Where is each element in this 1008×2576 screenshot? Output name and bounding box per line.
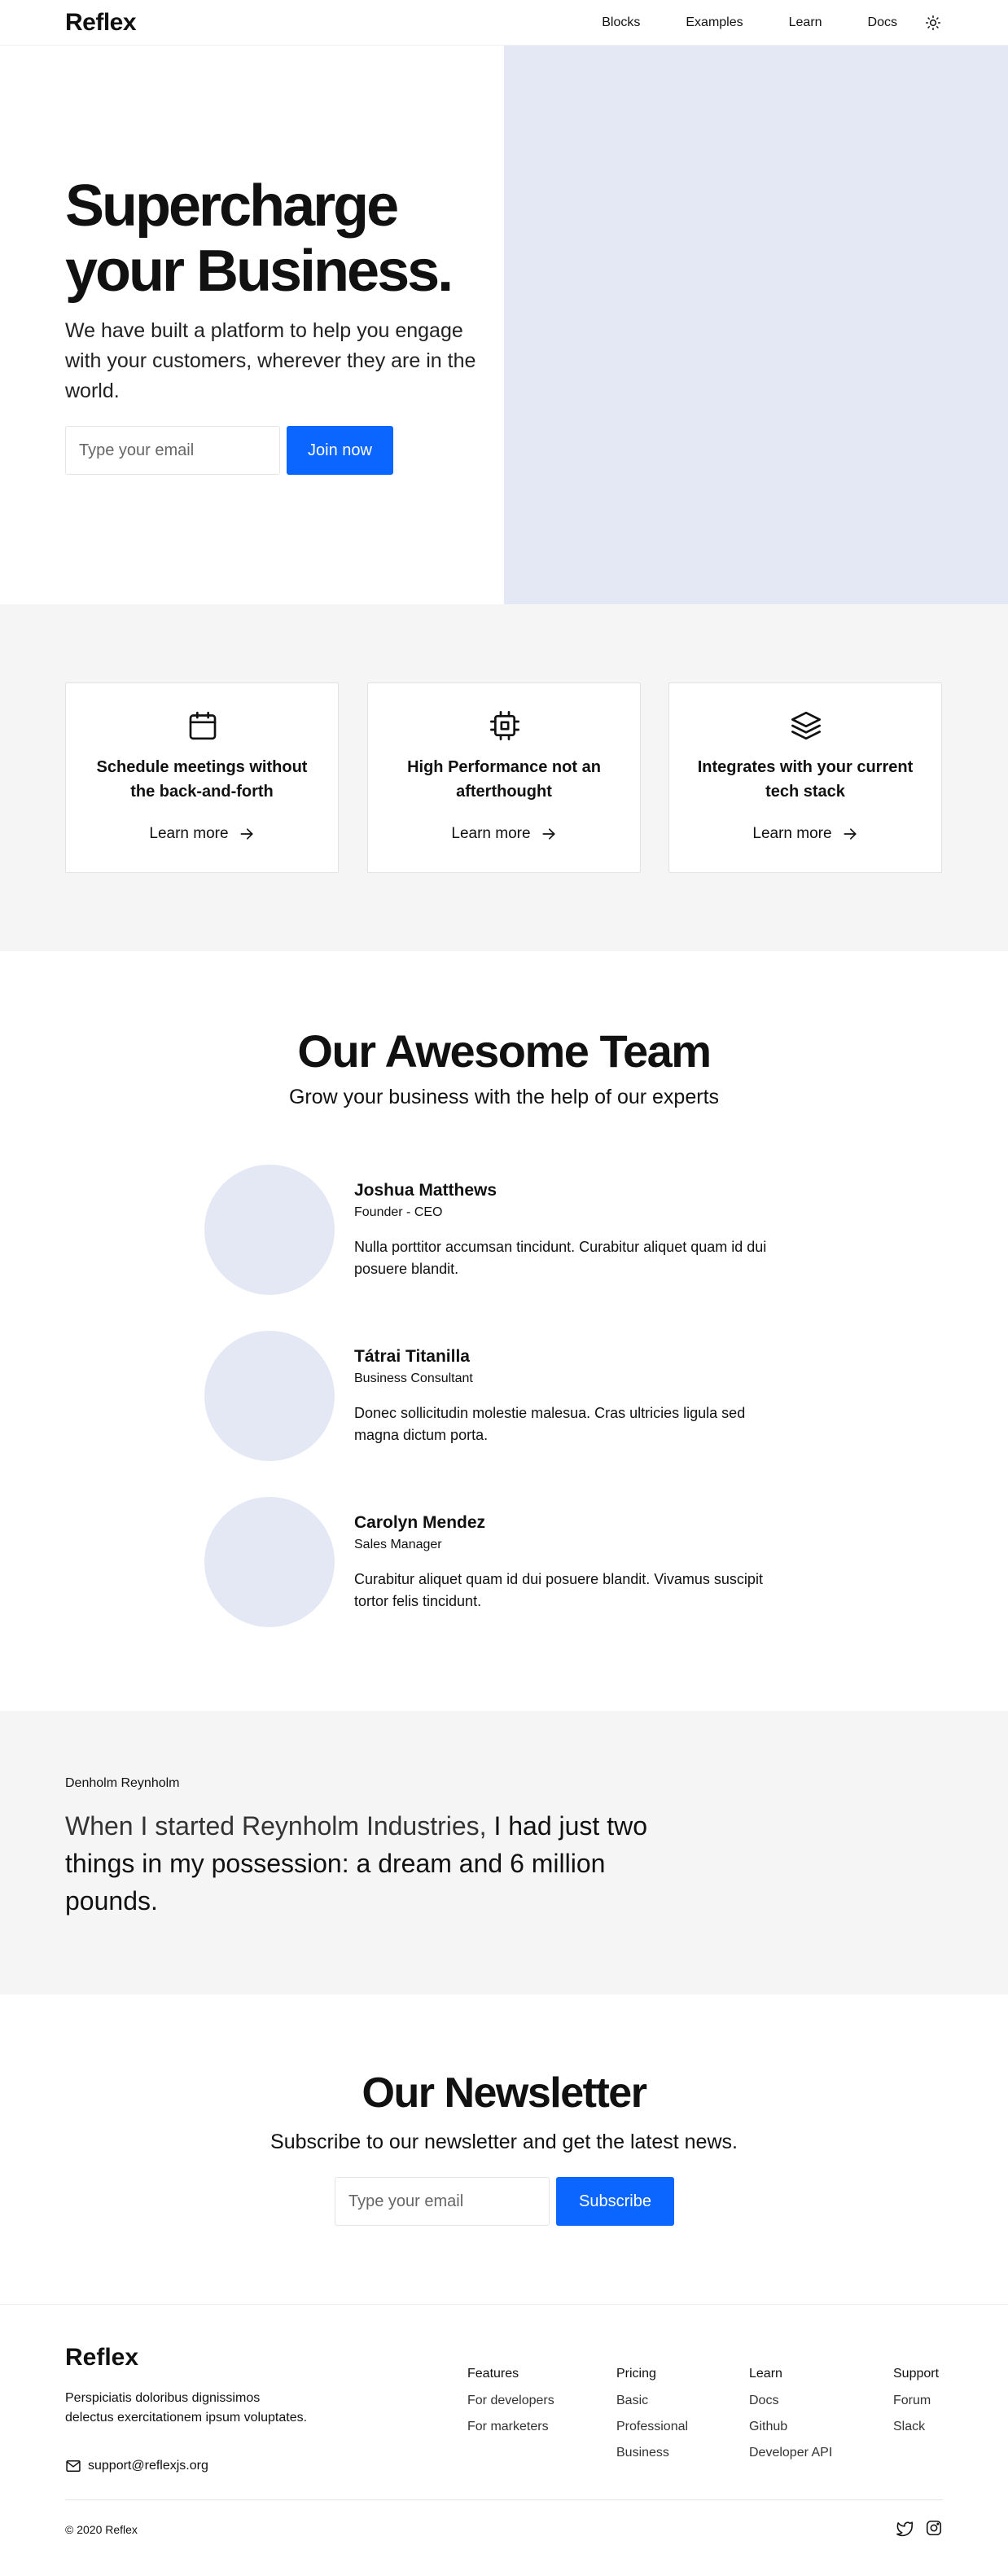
member-role: Sales Manager (354, 1538, 442, 1551)
footer-description: Perspiciatis doloribus dignissimos delec… (65, 2391, 308, 2425)
team-member: Carolyn Mendez Sales Manager Curabitur a… (204, 1497, 791, 1627)
subscribe-button[interactable]: Subscribe (556, 2177, 674, 2226)
member-role: Founder - CEO (354, 1205, 443, 1219)
footer-link[interactable]: Slack (893, 2419, 939, 2434)
footer-col-pricing: Pricing Basic Professional Business (616, 2367, 688, 2471)
footer-col-support: Support Forum Slack (893, 2367, 939, 2445)
layers-icon (790, 709, 822, 742)
top-nav: Reflex Blocks Examples Learn Docs (0, 0, 1008, 46)
footer-link[interactable]: Business (616, 2445, 688, 2460)
copyright: © 2020 Reflex (65, 2523, 138, 2536)
learn-more-label: Learn more (149, 825, 229, 842)
footer: Reflex Perspiciatis doloribus dignissimo… (0, 2304, 1008, 2576)
arrow-right-icon (844, 828, 857, 840)
testimonial-section: Denholm Reynholm When I started Reynholm… (0, 1711, 1008, 1995)
feature-title: Schedule meetings without the back-and-f… (96, 758, 308, 801)
footer-col-title: Learn (749, 2367, 782, 2381)
newsletter-email-input[interactable] (335, 2177, 550, 2226)
nav-link-docs[interactable]: Docs (868, 15, 897, 30)
quote-lead: When I started Reynholm Industries, (65, 1811, 487, 1841)
hero-image-placeholder (504, 46, 1008, 604)
member-role: Business Consultant (354, 1371, 473, 1385)
footer-link[interactable]: For developers (467, 2393, 554, 2408)
nav-links: Blocks Examples Learn Docs (556, 13, 943, 33)
learn-more-link[interactable]: Learn more (66, 825, 338, 843)
hero-title-line2: your Business. (65, 239, 454, 304)
calendar-icon (186, 709, 219, 742)
team-section: Our Awesome Team Grow your business with… (0, 951, 1008, 1711)
avatar (204, 1331, 335, 1461)
learn-more-link[interactable]: Learn more (368, 825, 640, 843)
member-name: Joshua Matthews (354, 1181, 497, 1200)
logo[interactable]: Reflex (65, 9, 137, 37)
footer-col-title: Pricing (616, 2367, 656, 2381)
cpu-icon (489, 709, 521, 742)
feature-card-scheduling: Schedule meetings without the back-and-f… (65, 682, 339, 873)
member-bio: Curabitur aliquet quam id dui posuere bl… (354, 1571, 763, 1609)
feature-title: Integrates with your current tech stack (697, 758, 914, 801)
footer-col-title: Support (893, 2367, 940, 2381)
instagram-icon[interactable] (925, 2519, 943, 2537)
avatar (204, 1165, 335, 1295)
member-bio: Donec sollicitudin molestie malesua. Cra… (354, 1405, 746, 1443)
footer-col-title: Features (467, 2367, 519, 2381)
footer-divider (65, 2499, 943, 2500)
footer-col-learn: Learn Docs Github Developer API (749, 2367, 832, 2471)
team-member: Joshua Matthews Founder - CEO Nulla port… (204, 1165, 791, 1295)
features-section: Schedule meetings without the back-and-f… (0, 604, 1008, 951)
newsletter-title: Our Newsletter (362, 2069, 647, 2117)
newsletter-form: Subscribe (335, 2177, 674, 2226)
quote-text: When I started Reynholm Industries, I ha… (65, 1807, 700, 1920)
learn-more-label: Learn more (451, 825, 531, 842)
hero-email-input[interactable] (65, 426, 280, 475)
hero-subtitle: We have built a platform to help you eng… (65, 319, 476, 402)
nav-link-examples[interactable]: Examples (686, 15, 743, 30)
nav-link-learn[interactable]: Learn (789, 15, 822, 30)
footer-link[interactable]: Github (749, 2419, 832, 2434)
arrow-right-icon (542, 828, 555, 840)
footer-email: support@reflexjs.org (88, 2459, 208, 2473)
avatar (204, 1497, 335, 1627)
nav-link-blocks[interactable]: Blocks (602, 15, 640, 30)
arrow-right-icon (240, 828, 253, 840)
team-subtitle: Grow your business with the help of our … (288, 1086, 720, 1108)
footer-link[interactable]: Basic (616, 2393, 688, 2408)
footer-link[interactable]: Docs (749, 2393, 832, 2408)
newsletter-subtitle: Subscribe to our newsletter and get the … (270, 2131, 738, 2153)
member-bio: Nulla porttitor accumsan tincidunt. Cura… (354, 1239, 767, 1277)
hero-section: Supercharge your Business. We have built… (0, 46, 1008, 604)
newsletter-section: Our Newsletter Subscribe to our newslett… (0, 1995, 1008, 2304)
footer-col-features: Features For developers For marketers (467, 2367, 554, 2445)
join-now-button[interactable]: Join now (287, 426, 393, 475)
hero-signup-form: Join now (65, 426, 393, 475)
footer-link[interactable]: Developer API (749, 2445, 832, 2460)
footer-logo[interactable]: Reflex (65, 2344, 138, 2372)
learn-more-link[interactable]: Learn more (669, 825, 941, 843)
sun-icon[interactable] (923, 13, 943, 33)
footer-email-link[interactable]: support@reflexjs.org (65, 2458, 208, 2474)
footer-link[interactable]: Forum (893, 2393, 939, 2408)
feature-card-integrations: Integrates with your current tech stack … (668, 682, 942, 873)
quote-author: Denholm Reynholm (65, 1776, 180, 1790)
team-title: Our Awesome Team (297, 1025, 712, 1077)
learn-more-label: Learn more (752, 825, 832, 842)
feature-title: High Performance not an afterthought (407, 758, 601, 801)
team-member: Tátrai Titanilla Business Consultant Don… (204, 1331, 791, 1461)
feature-card-performance: High Performance not an afterthought Lea… (367, 682, 641, 873)
footer-link[interactable]: Professional (616, 2419, 688, 2434)
twitter-icon[interactable] (896, 2519, 914, 2537)
hero-title-line1: Supercharge (65, 173, 399, 239)
member-name: Tátrai Titanilla (354, 1347, 470, 1366)
footer-link[interactable]: For marketers (467, 2419, 554, 2434)
hero-title: Supercharge your Business. (65, 173, 489, 304)
mail-icon (66, 2460, 81, 2472)
member-name: Carolyn Mendez (354, 1513, 486, 1532)
